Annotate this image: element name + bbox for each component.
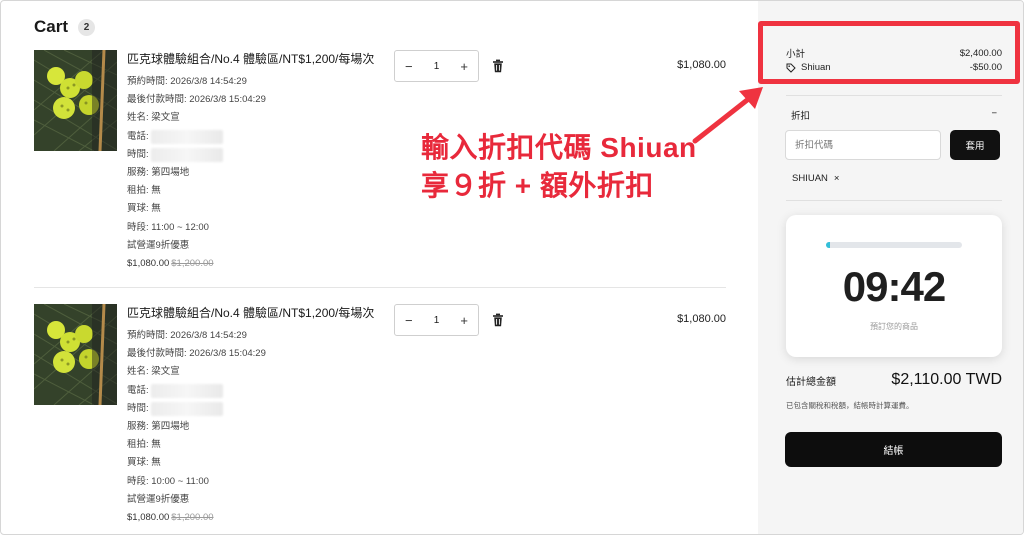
- line-total: $1,080.00: [677, 59, 726, 71]
- booking-time: 預約時間: 2026/3/8 14:54:29: [127, 330, 247, 341]
- service: 服務: 第四場地: [127, 167, 190, 179]
- discount-section-title: 折扣: [791, 111, 811, 122]
- promo-label: 試營運9折優惠: [127, 239, 190, 251]
- item-title[interactable]: 匹克球體驗組合/No.4 體驗區/NT$1,200/每場次: [127, 52, 387, 67]
- price-row: $1,080.00 $1,200.00: [127, 509, 387, 527]
- line-total: $1,080.00: [677, 313, 726, 325]
- promo-label: 試營運9折優惠: [127, 493, 190, 505]
- timer-caption: 預訂您的商品: [870, 322, 918, 331]
- redacted-time: [150, 401, 223, 416]
- applied-code: SHIUAN: [792, 173, 828, 184]
- payment-deadline: 最後付款時間: 2026/3/8 15:04:29: [127, 348, 266, 360]
- reservation-timer-card: 09:42 預訂您的商品: [786, 215, 1002, 357]
- ball-purchase: 買球: 無: [127, 457, 161, 469]
- quantity-value: 1: [433, 60, 440, 72]
- payment-deadline: 最後付款時間: 2026/3/8 15:04:29: [127, 94, 266, 106]
- original-price: $1,200.00: [171, 512, 214, 524]
- cart-main: Cart 2 匹克球體驗組合/No.4 體驗區/NT$1,200/每場次 預約時…: [1, 1, 758, 534]
- quantity-stepper: − 1 +: [394, 50, 479, 82]
- time-slot: 時段: 10:00 ~ 11:00: [127, 475, 209, 487]
- phone-row: 電話:: [127, 128, 387, 146]
- divider: [786, 95, 1002, 96]
- phone-label: 電話:: [127, 130, 149, 142]
- original-price: $1,200.00: [171, 258, 214, 270]
- item-info: 匹克球體驗組合/No.4 體驗區/NT$1,200/每場次 預約時間: 2026…: [127, 306, 387, 527]
- service: 服務: 第四場地: [127, 421, 190, 433]
- applied-discount-tag: SHIUAN ×: [792, 173, 839, 184]
- phone-row: 電話:: [127, 382, 387, 400]
- time-row: 時間:: [127, 400, 387, 418]
- time-row: 時間:: [127, 146, 387, 164]
- phone-label: 電話:: [127, 384, 149, 396]
- quantity-value: 1: [433, 314, 440, 326]
- divider: [786, 200, 1002, 201]
- redacted-phone: [150, 129, 223, 144]
- cart-header: Cart 2: [34, 17, 96, 37]
- racket-rental: 租拍: 無: [127, 439, 161, 451]
- discount-section-header[interactable]: 折扣 −: [791, 108, 997, 122]
- minus-icon[interactable]: −: [405, 313, 413, 328]
- customer-name: 姓名: 梁文宣: [127, 112, 180, 124]
- time-slot: 時段: 11:00 ~ 12:00: [127, 221, 209, 233]
- plus-icon[interactable]: +: [460, 59, 468, 74]
- promo-annotation: 輸入折扣代碼 Shiuan 享９折 + 額外折扣: [421, 129, 697, 205]
- close-icon[interactable]: ×: [834, 173, 840, 184]
- pickleball-image[interactable]: [34, 50, 117, 151]
- annotation-arrow-icon: [692, 87, 763, 144]
- tax-note: 已包含關稅和稅額，結帳時計算運費。: [786, 401, 914, 410]
- checkout-button[interactable]: 結帳: [785, 432, 1002, 467]
- trash-icon[interactable]: [492, 313, 504, 327]
- pickleball-image[interactable]: [34, 304, 117, 405]
- redacted-time: [150, 147, 223, 162]
- time-label: 時間:: [127, 148, 149, 160]
- ball-purchase: 買球: 無: [127, 203, 161, 215]
- item-info: 匹克球體驗組合/No.4 體驗區/NT$1,200/每場次 預約時間: 2026…: [127, 52, 387, 273]
- apply-button[interactable]: 套用: [950, 130, 1000, 160]
- annotation-line-1: 輸入折扣代碼 Shiuan: [421, 132, 697, 163]
- trash-icon[interactable]: [492, 59, 504, 73]
- collapse-icon[interactable]: −: [991, 108, 997, 122]
- customer-name: 姓名: 梁文宣: [127, 366, 180, 378]
- discount-code-input[interactable]: [785, 130, 941, 160]
- sale-price: $1,080.00: [127, 258, 170, 270]
- countdown-timer: 09:42: [842, 263, 946, 310]
- annotation-line-2: 享９折 + 額外折扣: [421, 170, 654, 201]
- timer-progress-fill: [826, 242, 831, 248]
- cart-title: Cart: [34, 17, 69, 36]
- minus-icon[interactable]: −: [405, 59, 413, 74]
- total-value: $2,110.00 TWD: [891, 371, 1002, 388]
- total-label: 估計總金額: [786, 376, 836, 388]
- racket-rental: 租拍: 無: [127, 185, 161, 197]
- cart-count-badge: 2: [78, 18, 96, 36]
- sale-price: $1,080.00: [127, 512, 170, 524]
- time-label: 時間:: [127, 402, 149, 414]
- redacted-phone: [150, 383, 223, 398]
- item-divider: [34, 287, 726, 288]
- total-row: 估計總金額 $2,110.00 TWD: [786, 371, 1002, 389]
- price-row: $1,080.00 $1,200.00: [127, 255, 387, 273]
- page-frame: Cart 2 匹克球體驗組合/No.4 體驗區/NT$1,200/每場次 預約時…: [0, 0, 1024, 535]
- highlight-box: [758, 21, 1020, 84]
- cart-item: 匹克球體驗組合/No.4 體驗區/NT$1,200/每場次 預約時間: 2026…: [34, 304, 726, 529]
- booking-time: 預約時間: 2026/3/8 14:54:29: [127, 76, 247, 87]
- item-title[interactable]: 匹克球體驗組合/No.4 體驗區/NT$1,200/每場次: [127, 306, 387, 321]
- plus-icon[interactable]: +: [460, 313, 468, 328]
- quantity-stepper: − 1 +: [394, 304, 479, 336]
- timer-progress-bar: [826, 242, 962, 248]
